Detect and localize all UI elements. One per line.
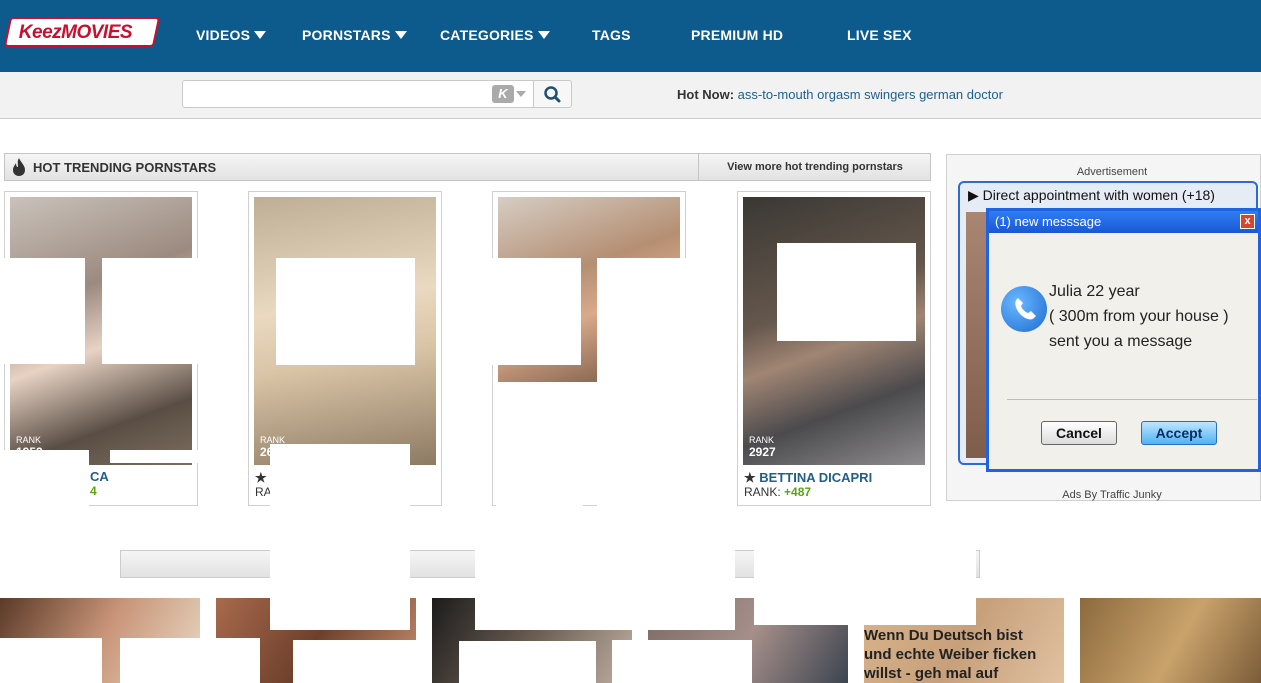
chevron-down-icon bbox=[254, 31, 267, 39]
ad-title[interactable]: ▶ Direct appointment with women (+18) bbox=[968, 187, 1215, 204]
triangle-right-icon: ▶ bbox=[968, 187, 979, 203]
phone-icon bbox=[1001, 286, 1047, 332]
nav-pornstars[interactable]: PORNSTARS bbox=[302, 27, 407, 43]
redaction-block bbox=[110, 450, 200, 463]
pornstar-name[interactable]: ★ BETTINA DICAPRI bbox=[744, 470, 872, 486]
ad-label: Advertisement bbox=[1076, 166, 1148, 178]
redaction-block bbox=[0, 258, 85, 364]
popup-dialog: (1) new messsage x Julia 22 year ( 300m … bbox=[986, 208, 1261, 472]
redaction-block bbox=[0, 450, 89, 510]
chevron-down-icon bbox=[394, 31, 407, 39]
nav-tags[interactable]: TAGS bbox=[592, 27, 631, 43]
nav-videos[interactable]: VIDEOS bbox=[196, 27, 267, 43]
redaction-block bbox=[120, 638, 260, 683]
ad-footer: Ads By Traffic Junky bbox=[1062, 489, 1162, 501]
hot-link[interactable]: doctor bbox=[967, 87, 1003, 102]
pornstar-name[interactable]: CA bbox=[90, 469, 109, 484]
nav-categories[interactable]: CATEGORIES bbox=[440, 27, 550, 43]
hot-now: Hot Now: ass-to-mouth orgasm swingers ge… bbox=[677, 87, 1003, 102]
search-engine-icon[interactable]: K bbox=[492, 85, 514, 103]
divider bbox=[1007, 399, 1257, 400]
chevron-down-icon bbox=[537, 31, 550, 39]
search-button[interactable] bbox=[533, 80, 572, 108]
hot-link[interactable]: orgasm bbox=[817, 87, 860, 102]
rank-change: 4 bbox=[90, 484, 97, 498]
view-more-button[interactable]: View more hot trending pornstars bbox=[698, 153, 931, 181]
redaction-block bbox=[475, 258, 581, 365]
logo-text: KeezMOVIES bbox=[18, 22, 133, 43]
redaction-block bbox=[276, 258, 415, 365]
ad-image bbox=[966, 212, 988, 458]
hot-link[interactable]: swingers bbox=[864, 87, 915, 102]
hot-link[interactable]: german bbox=[919, 87, 963, 102]
close-icon[interactable]: x bbox=[1240, 214, 1255, 229]
popup-title: (1) new messsage bbox=[989, 211, 1258, 233]
redaction-block bbox=[597, 258, 736, 382]
redaction-block bbox=[754, 520, 976, 625]
redaction-block bbox=[597, 382, 736, 522]
video-thumbnail[interactable] bbox=[1080, 598, 1261, 683]
redaction-block bbox=[496, 382, 583, 522]
redaction-block bbox=[612, 640, 752, 683]
search-icon bbox=[544, 86, 561, 103]
hot-now-label: Hot Now: bbox=[677, 87, 735, 102]
chevron-down-icon[interactable] bbox=[516, 91, 526, 97]
card-rank: RANK: +487 bbox=[744, 485, 812, 499]
pornstar-card[interactable]: RANK 2927 ★ BETTINA DICAPRI RANK: +487 bbox=[737, 191, 931, 506]
redaction-block bbox=[459, 641, 596, 683]
redaction-block bbox=[270, 444, 410, 630]
redaction-block bbox=[777, 243, 916, 341]
nav-premium-hd[interactable]: PREMIUM HD bbox=[691, 27, 783, 43]
nav-live-sex[interactable]: LIVE SEX bbox=[847, 27, 912, 43]
redaction-block bbox=[0, 638, 102, 683]
search-input[interactable] bbox=[182, 80, 534, 108]
site-logo[interactable]: KeezMOVIES bbox=[3, 17, 161, 47]
redaction-block bbox=[102, 258, 214, 364]
favorite-star-icon[interactable]: ★ bbox=[255, 470, 267, 486]
popup-message: Julia 22 year ( 300m from your house ) s… bbox=[1049, 283, 1229, 350]
hot-link[interactable]: ass-to-mouth bbox=[738, 87, 814, 102]
section-title: HOT TRENDING PORNSTARS bbox=[33, 160, 217, 175]
flame-icon bbox=[13, 158, 25, 176]
accept-button[interactable]: Accept bbox=[1141, 421, 1217, 445]
star-icon: ★ bbox=[744, 470, 756, 485]
video-overlay-text: Wenn Du Deutsch bist und echte Weiber fi… bbox=[864, 627, 1037, 682]
redaction-block bbox=[475, 520, 735, 630]
redaction-block bbox=[293, 640, 417, 683]
cancel-button[interactable]: Cancel bbox=[1041, 421, 1117, 445]
